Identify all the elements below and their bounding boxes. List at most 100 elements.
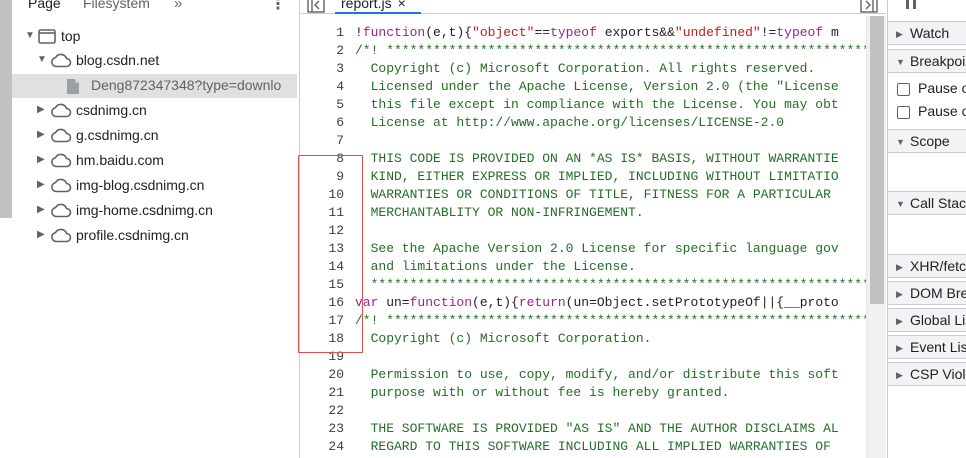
code-line[interactable]: REGARD TO THIS SOFTWARE INCLUDING ALL IM… bbox=[355, 438, 831, 456]
source-editor: report.js × 1 2 3 4 5 6 7 8 9 10 11 12 13 14 15 16 17 18 19… bbox=[301, 0, 886, 458]
collapse-arrow-icon[interactable]: ▶ bbox=[37, 204, 47, 216]
expand-arrow-icon[interactable]: ▼ bbox=[37, 54, 47, 66]
code-line[interactable]: purpose with or without fee is hereby gr… bbox=[355, 384, 730, 402]
checkbox-label: Pause on caught exceptions bbox=[918, 103, 966, 119]
toggle-debugger-icon[interactable] bbox=[860, 0, 878, 13]
section-call-stack[interactable]: ▼ Call Stack bbox=[888, 191, 966, 215]
code-line[interactable]: Copyright (c) Microsoft Corporation. bbox=[355, 330, 652, 348]
section-scope[interactable]: ▼ Scope bbox=[888, 129, 966, 153]
pause-caught-checkbox[interactable] bbox=[897, 106, 910, 119]
frame-icon bbox=[38, 29, 56, 47]
file-tab-report-js[interactable]: report.js × bbox=[341, 0, 406, 11]
close-tab-icon[interactable]: × bbox=[398, 0, 406, 11]
navigator-tabs: Page Filesystem » ⋮ bbox=[0, 0, 300, 14]
code-line[interactable]: Permission to use, copy, modify, and/or … bbox=[355, 366, 839, 384]
section-title: CSP Violation Breakpoints bbox=[910, 366, 966, 382]
file-tab-label: report.js bbox=[341, 0, 392, 11]
collapse-arrow-icon[interactable]: ▶ bbox=[37, 129, 47, 141]
code-line[interactable]: /*! ************************************… bbox=[355, 312, 867, 330]
editor-scrollbar[interactable] bbox=[866, 16, 886, 458]
debugger-toolbar bbox=[888, 0, 966, 14]
code-line[interactable]: this file except in compliance with the … bbox=[355, 96, 839, 114]
collapse-arrow-icon[interactable]: ▶ bbox=[37, 154, 47, 166]
line-number[interactable]: 22 bbox=[304, 402, 344, 420]
section-watch[interactable]: ▶ Watch bbox=[888, 21, 966, 45]
line-number[interactable]: 1 bbox=[304, 24, 344, 42]
cloud-icon bbox=[50, 153, 72, 171]
tab-filesystem[interactable]: Filesystem bbox=[83, 0, 150, 11]
tree-item-g-csdnimg[interactable]: ▶ g.csdnimg.cn bbox=[12, 124, 300, 148]
line-number[interactable]: 23 bbox=[304, 420, 344, 438]
section-title: Scope bbox=[910, 133, 950, 149]
collapsed-triangle-icon: ▶ bbox=[896, 316, 903, 326]
code-line[interactable]: ****************************************… bbox=[355, 276, 867, 294]
more-tabs-chevron-icon[interactable]: » bbox=[174, 0, 182, 12]
section-global-listeners[interactable]: ▶ Global Listeners bbox=[888, 308, 966, 332]
line-number[interactable]: 4 bbox=[304, 78, 344, 96]
tree-item-label: img-home.csdnimg.cn bbox=[76, 202, 213, 218]
code-line[interactable]: THIS CODE IS PROVIDED ON AN *AS IS* BASI… bbox=[355, 150, 839, 168]
section-title: DOM Breakpoints bbox=[910, 285, 966, 301]
section-breakpoints[interactable]: ▼ Breakpoints bbox=[888, 49, 966, 73]
code-line[interactable]: See the Apache Version 2.0 License for s… bbox=[355, 240, 839, 258]
tree-item-file[interactable]: Deng872347348?type=downlo bbox=[12, 74, 297, 98]
line-number[interactable]: 20 bbox=[304, 366, 344, 384]
tree-item-top[interactable]: ▼ top bbox=[12, 25, 300, 49]
code-line[interactable]: and limitations under the License. bbox=[355, 258, 636, 276]
section-title: Global Listeners bbox=[910, 312, 966, 328]
section-event-listener-breakpoints[interactable]: ▶ Event Listener Breakpoints bbox=[888, 335, 966, 359]
collapsed-triangle-icon: ▶ bbox=[896, 370, 903, 380]
tree-item-label: Deng872347348?type=downlo bbox=[91, 77, 282, 93]
code-line[interactable]: Licensed under the Apache License, Versi… bbox=[355, 78, 839, 96]
expand-arrow-icon[interactable]: ▼ bbox=[25, 30, 35, 42]
line-number[interactable]: 7 bbox=[304, 132, 344, 150]
navigator-panel: Page Filesystem » ⋮ ▼ top ▼ blog.csdn.ne… bbox=[0, 0, 300, 458]
collapse-arrow-icon[interactable]: ▶ bbox=[37, 104, 47, 116]
tree-item-label: g.csdnimg.cn bbox=[76, 127, 159, 143]
code-line[interactable]: /*! ************************************… bbox=[355, 42, 867, 60]
code-line[interactable]: THE SOFTWARE IS PROVIDED "AS IS" AND THE… bbox=[355, 420, 839, 438]
tree-item-hm-baidu[interactable]: ▶ hm.baidu.com bbox=[12, 149, 300, 173]
section-xhr-breakpoints[interactable]: ▶ XHR/fetch Breakpoints bbox=[888, 254, 966, 278]
tree-item-profile[interactable]: ▶ profile.csdnimg.cn bbox=[12, 224, 300, 248]
section-csp-violation-breakpoints[interactable]: ▶ CSP Violation Breakpoints bbox=[888, 362, 966, 386]
tree-item-blog-csdn[interactable]: ▼ blog.csdn.net bbox=[12, 49, 300, 73]
line-number[interactable]: 3 bbox=[304, 60, 344, 78]
pause-uncaught-checkbox[interactable] bbox=[897, 83, 910, 96]
collapsed-triangle-icon: ▶ bbox=[896, 343, 903, 353]
section-dom-breakpoints[interactable]: ▶ DOM Breakpoints bbox=[888, 281, 966, 305]
code-line[interactable]: var un=function(e,t){return(un=Object.se… bbox=[355, 294, 839, 312]
code-line[interactable]: License at http://www.apache.org/license… bbox=[355, 114, 784, 132]
section-title: Event Listener Breakpoints bbox=[910, 339, 966, 355]
tree-item-csdnimg[interactable]: ▶ csdnimg.cn bbox=[12, 99, 300, 123]
pause-uncaught-checkbox-row[interactable]: Pause on uncaught exceptions bbox=[888, 78, 966, 100]
code-line[interactable]: WARRANTIES OR CONDITIONS OF TITLE, FITNE… bbox=[355, 186, 831, 204]
section-title: Watch bbox=[910, 25, 950, 41]
tree-item-label: blog.csdn.net bbox=[76, 52, 160, 68]
tree-item-img-blog[interactable]: ▶ img-blog.csdnimg.cn bbox=[12, 174, 300, 198]
tab-page[interactable]: Page bbox=[28, 0, 61, 11]
code-area[interactable]: !function(e,t){"object"==typeof exports&… bbox=[355, 24, 867, 458]
line-number[interactable]: 6 bbox=[304, 114, 344, 132]
line-number[interactable]: 2 bbox=[304, 42, 344, 60]
line-number[interactable]: 24 bbox=[304, 438, 344, 456]
code-line[interactable]: KIND, EITHER EXPRESS OR IMPLIED, INCLUDI… bbox=[355, 168, 839, 186]
code-line[interactable]: !function(e,t){"object"==typeof exports&… bbox=[355, 24, 839, 42]
toggle-navigator-icon[interactable] bbox=[307, 0, 325, 13]
section-title: XHR/fetch Breakpoints bbox=[910, 258, 966, 274]
editor-scrollbar-thumb[interactable] bbox=[870, 16, 884, 304]
collapse-arrow-icon[interactable]: ▶ bbox=[37, 179, 47, 191]
annotation-box bbox=[298, 155, 363, 353]
line-number[interactable]: 5 bbox=[304, 96, 344, 114]
collapse-arrow-icon[interactable]: ▶ bbox=[37, 229, 47, 241]
editor-tab-bar: report.js × bbox=[301, 0, 886, 14]
code-line[interactable]: MERCHANTABLITY OR NON-INFRINGEMENT. bbox=[355, 204, 644, 222]
tree-item-img-home[interactable]: ▶ img-home.csdnimg.cn bbox=[12, 199, 300, 223]
tree-item-label: top bbox=[61, 28, 81, 44]
pause-icon[interactable] bbox=[904, 0, 918, 9]
navigator-scrollbar[interactable] bbox=[0, 0, 12, 218]
navigator-menu-icon[interactable]: ⋮ bbox=[270, 0, 286, 14]
line-number[interactable]: 21 bbox=[304, 384, 344, 402]
pause-caught-checkbox-row[interactable]: Pause on caught exceptions bbox=[888, 101, 966, 123]
code-line[interactable]: Copyright (c) Microsoft Corporation. All… bbox=[355, 60, 816, 78]
